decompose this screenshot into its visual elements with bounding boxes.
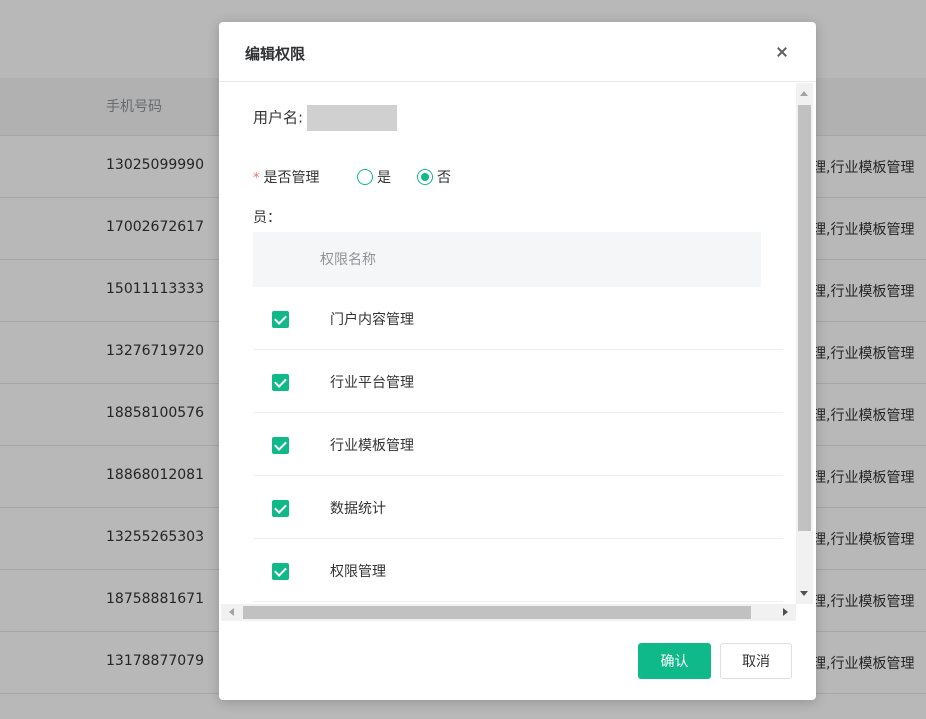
scroll-right-icon[interactable]: [783, 608, 788, 616]
permission-table: 权限名称 门户内容管理 行业平台管理 行业模板管理 数据统计 权限管理: [253, 232, 783, 602]
radio-no-label[interactable]: 否: [437, 167, 451, 187]
horizontal-scrollbar[interactable]: [221, 604, 796, 621]
username-row: 用户名:: [253, 105, 398, 131]
radio-selected-icon[interactable]: [417, 169, 433, 185]
username-label: 用户名:: [253, 108, 304, 127]
radio-yes-label[interactable]: 是: [377, 167, 391, 187]
required-mark: *: [253, 171, 260, 186]
radio-no[interactable]: 否: [417, 167, 451, 187]
close-icon[interactable]: [774, 44, 790, 60]
username-value: [307, 105, 398, 131]
dialog-body: 用户名: * 是否管理 是 否 员： 权限名称 门户内容管理 行业平台管理 行业…: [219, 83, 816, 625]
permission-name-header: 权限名称: [320, 252, 376, 268]
permission-row: 权限管理: [253, 539, 783, 602]
permission-name: 数据统计: [330, 501, 386, 517]
scroll-left-icon[interactable]: [229, 608, 234, 616]
horizontal-scroll-thumb[interactable]: [243, 606, 751, 619]
admin-label: 是否管理: [263, 170, 320, 186]
vertical-scroll-thumb[interactable]: [798, 105, 811, 531]
admin-row: * 是否管理 是 否: [253, 167, 553, 189]
dialog-footer: 确认 取消: [219, 626, 816, 700]
permission-name: 门户内容管理: [330, 312, 414, 328]
checkbox-checked-icon[interactable]: [272, 437, 289, 454]
checkbox-checked-icon[interactable]: [272, 500, 289, 517]
vertical-scrollbar[interactable]: [796, 83, 813, 604]
permission-table-header: 权限名称: [253, 232, 761, 287]
permission-row: 数据统计: [253, 476, 783, 539]
radio-circle-icon[interactable]: [357, 169, 373, 185]
scroll-up-icon[interactable]: [800, 91, 808, 96]
edit-permission-dialog: 编辑权限 用户名: * 是否管理 是 否 员： 权限名称 门户内容管理 行业平台…: [219, 22, 816, 700]
permission-name: 行业平台管理: [330, 375, 414, 391]
permission-row: 门户内容管理: [253, 287, 783, 350]
permission-name: 行业模板管理: [330, 438, 414, 454]
scroll-down-icon[interactable]: [800, 591, 808, 596]
permission-row: 行业模板管理: [253, 413, 783, 476]
cancel-button[interactable]: 取消: [720, 643, 792, 679]
permission-name: 权限管理: [330, 564, 386, 580]
dialog-header: 编辑权限: [219, 22, 816, 82]
radio-yes[interactable]: 是: [357, 167, 391, 187]
permission-row: 行业平台管理: [253, 350, 783, 413]
dialog-title: 编辑权限: [245, 45, 306, 63]
admin-label-continued: 员：: [253, 210, 281, 226]
checkbox-checked-icon[interactable]: [272, 374, 289, 391]
confirm-button[interactable]: 确认: [638, 643, 711, 679]
checkbox-checked-icon[interactable]: [272, 311, 289, 328]
checkbox-checked-icon[interactable]: [272, 563, 289, 580]
